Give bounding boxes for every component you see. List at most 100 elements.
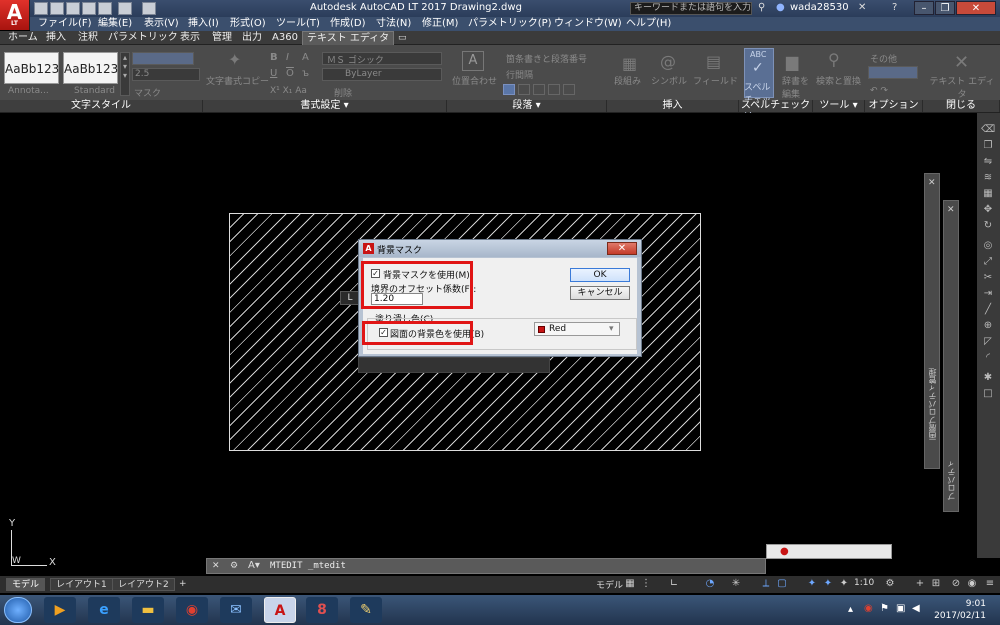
tab-text-editor[interactable]: テキスト エディタ	[302, 31, 395, 45]
binoculars-icon[interactable]: ⚲	[758, 2, 765, 13]
menu-modify[interactable]: 修正(M)	[422, 17, 458, 31]
rectangle-icon[interactable]: □	[981, 388, 995, 400]
command-settings-icon[interactable]: ⚙	[230, 561, 238, 571]
plot-icon[interactable]	[98, 2, 112, 15]
menu-window[interactable]: ウィンドウ(W)	[554, 17, 622, 31]
tab-a360[interactable]: A360	[272, 31, 298, 45]
align-justify-icon[interactable]	[548, 84, 560, 95]
move-icon[interactable]: ✥	[981, 204, 995, 216]
otrack-icon[interactable]: ⟂	[760, 578, 772, 590]
style-gallery-scroll[interactable]: ▴ ▾ ▾	[120, 52, 130, 96]
bold-icon[interactable]: B	[270, 52, 278, 63]
auto-scale-icon[interactable]: ✦	[822, 578, 834, 590]
save-icon[interactable]	[66, 2, 80, 15]
tray-network-icon[interactable]: ▣	[896, 603, 905, 614]
ok-button[interactable]: OK	[570, 268, 630, 282]
columns-button[interactable]: 段組み	[614, 74, 641, 87]
annotation-scale-icon[interactable]: ✦	[838, 578, 850, 590]
explorer-icon[interactable]: ▬	[132, 597, 164, 623]
snap-icon[interactable]: ⋮	[640, 578, 652, 590]
array-icon[interactable]: ▦	[981, 188, 995, 200]
rotate-icon[interactable]: ↻	[981, 220, 995, 232]
undo-redo-icon[interactable]: ↶ ↷	[870, 86, 888, 96]
new-icon[interactable]	[34, 2, 48, 15]
annotation-scale-value[interactable]: 1:10	[854, 578, 874, 588]
menu-tools[interactable]: ツール(T)	[276, 17, 320, 31]
clean-screen-icon[interactable]: ⊘	[950, 578, 962, 590]
psp-icon[interactable]: 8	[306, 597, 338, 623]
plus-icon[interactable]: +	[914, 578, 926, 590]
fillet-icon[interactable]: ◜	[981, 352, 995, 364]
align-left-icon[interactable]	[503, 84, 515, 95]
add-layout-button[interactable]: +	[174, 578, 192, 591]
layout-tab-2[interactable]: レイアウト2	[112, 578, 175, 591]
mask-button[interactable]: マスク	[134, 86, 161, 99]
start-button[interactable]	[4, 597, 32, 623]
cancel-button[interactable]: キャンセル	[570, 286, 630, 300]
superscript-icon[interactable]: X¹ X₁ Aa	[270, 86, 307, 96]
command-close-icon[interactable]: ✕	[212, 561, 220, 571]
tab-manage[interactable]: 管理	[212, 31, 232, 45]
tab-parametric[interactable]: パラメトリック	[108, 31, 178, 45]
text-editor-ruler-handle[interactable]: L	[340, 291, 360, 305]
maximize-button[interactable]: ❐	[935, 1, 955, 15]
exchange-icon[interactable]: ✕	[858, 2, 866, 13]
panel-paragraph-label[interactable]: 段落 ▾	[447, 100, 607, 112]
stretch-icon[interactable]: ⤢	[981, 256, 995, 268]
menu-parametric[interactable]: パラメトリック(P)	[468, 17, 552, 31]
osnap-icon[interactable]: ✳	[730, 578, 742, 590]
annotation-visibility-icon[interactable]: ✦	[806, 578, 818, 590]
isolate-icon[interactable]: ⊞	[930, 578, 942, 590]
menu-draw[interactable]: 作成(D)	[330, 17, 366, 31]
menu-edit[interactable]: 編集(E)	[98, 17, 132, 31]
dialog-close-button[interactable]: ✕	[607, 242, 637, 255]
offset-icon[interactable]: ≋	[981, 172, 995, 184]
notification-icon[interactable]: ●	[780, 546, 789, 557]
trim-icon[interactable]: ✂	[981, 272, 995, 284]
customize-menu-icon[interactable]: ≡	[984, 578, 996, 590]
media-player-icon[interactable]: ▶	[44, 597, 76, 623]
lineweight-icon[interactable]: ▢	[776, 578, 788, 590]
polar-icon[interactable]: ◔	[704, 578, 716, 590]
extend-icon[interactable]: ⇥	[981, 288, 995, 300]
mirror-icon[interactable]: ⇋	[981, 156, 995, 168]
justification-icon[interactable]: A	[462, 51, 484, 71]
text-height-bar[interactable]	[132, 52, 194, 65]
scale-icon[interactable]: ◎	[981, 240, 995, 252]
panel-spell-label[interactable]: スペルチェック ▾	[739, 100, 813, 123]
explode-icon[interactable]: ✱	[981, 372, 995, 384]
tab-view[interactable]: 表示	[180, 31, 200, 45]
application-menu-button[interactable]: A LT	[0, 0, 30, 30]
command-text[interactable]: MTEDIT _mtedit	[270, 561, 346, 571]
redo-icon[interactable]	[142, 2, 156, 15]
text-height-input[interactable]: 2.5	[132, 68, 200, 81]
align-center-icon[interactable]	[518, 84, 530, 95]
strikethrough-icon[interactable]: A	[302, 52, 309, 63]
save-as-icon[interactable]	[82, 2, 96, 15]
more-options-button[interactable]: その他	[870, 52, 897, 65]
bullets-button[interactable]: 箇条書きと段落番号	[506, 52, 587, 65]
layout-tab-model[interactable]: モデル	[6, 578, 46, 591]
ruler-toggle[interactable]	[868, 66, 918, 79]
tab-home[interactable]: ホーム	[8, 31, 38, 45]
copy-icon[interactable]: ❐	[981, 140, 995, 152]
user-icon[interactable]: ●	[776, 2, 785, 13]
minimize-button[interactable]: –	[914, 1, 934, 15]
match-text-format-button[interactable]: 文字書式コピー	[206, 74, 269, 87]
join-icon[interactable]: ⊕	[981, 320, 995, 332]
paint-icon[interactable]: ✎	[350, 597, 382, 623]
autocad-taskbar-icon[interactable]: A	[264, 597, 296, 623]
tray-security-icon[interactable]: ◉	[864, 603, 873, 614]
underline-icon[interactable]: U	[270, 68, 277, 79]
ribbon-toggle-icon[interactable]: ▭	[398, 33, 414, 43]
undo-icon[interactable]	[118, 2, 132, 15]
line-spacing-button[interactable]: 行間隔	[506, 68, 533, 81]
align-right-icon[interactable]	[533, 84, 545, 95]
tab-insert[interactable]: 挿入	[46, 31, 66, 45]
break-icon[interactable]: ╱	[981, 304, 995, 316]
hardware-acceleration-icon[interactable]: ◉	[966, 578, 978, 590]
mail-icon[interactable]: ✉	[220, 597, 252, 623]
clear-formatting-button[interactable]: 削除	[334, 86, 352, 99]
chrome-icon[interactable]: ◉	[176, 597, 208, 623]
justification-button[interactable]: 位置合わせ	[452, 74, 497, 87]
